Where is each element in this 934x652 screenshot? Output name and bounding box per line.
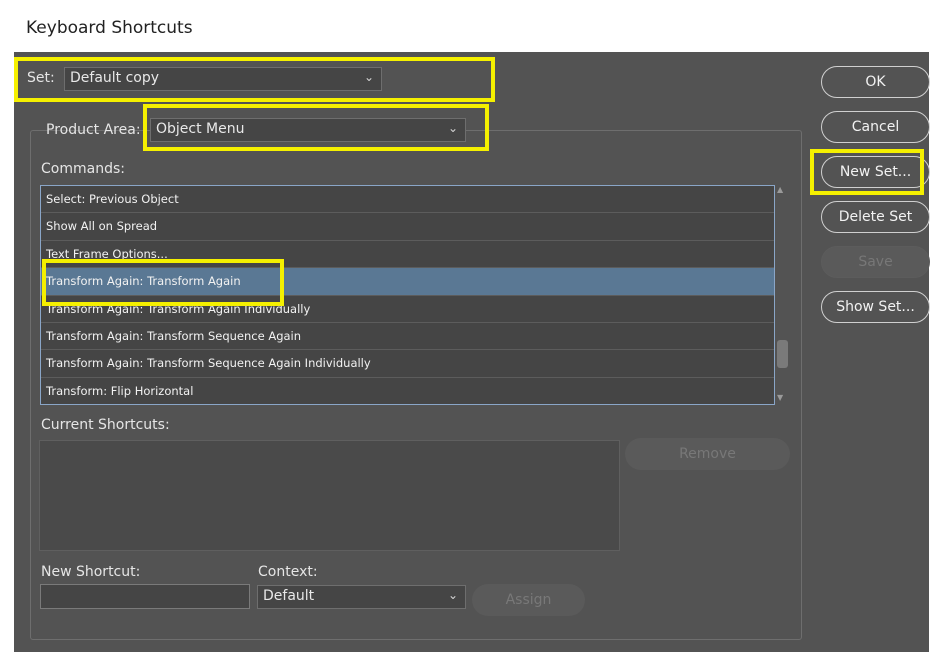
chevron-down-icon: ⌄ — [447, 121, 458, 135]
window-title: Keyboard Shortcuts — [26, 18, 193, 38]
set-dropdown-value: Default copy — [70, 70, 160, 86]
cancel-button[interactable]: Cancel — [821, 111, 930, 143]
scroll-up-icon[interactable]: ▲ — [777, 185, 783, 194]
title-bar: Keyboard Shortcuts — [0, 0, 934, 52]
chevron-down-icon: ⌄ — [363, 70, 374, 84]
assign-button[interactable]: Assign — [472, 584, 585, 616]
list-item[interactable]: Transform Again: Transform Sequence Agai… — [41, 350, 774, 378]
product-area-dropdown-value: Object Menu — [156, 121, 245, 137]
list-item[interactable]: Text Frame Options... — [41, 241, 774, 269]
list-item[interactable]: Show All on Spread — [41, 213, 774, 241]
context-label: Context: — [258, 564, 318, 580]
product-area-dropdown[interactable]: Object Menu ⌄ — [150, 118, 466, 142]
scroll-down-icon[interactable]: ▼ — [777, 393, 783, 402]
ok-button[interactable]: OK — [821, 66, 930, 98]
list-item[interactable]: Transform: Flip Horizontal — [41, 378, 774, 404]
list-item-selected[interactable]: Transform Again: Transform Again — [41, 268, 774, 296]
window-edge — [929, 52, 934, 652]
remove-button[interactable]: Remove — [625, 438, 790, 470]
new-set-button[interactable]: New Set... — [821, 156, 930, 188]
current-shortcuts-list[interactable] — [39, 440, 620, 551]
current-shortcuts-label: Current Shortcuts: — [41, 417, 170, 433]
chevron-down-icon: ⌄ — [447, 588, 458, 602]
set-dropdown[interactable]: Default copy ⌄ — [64, 67, 382, 91]
list-item[interactable]: Transform Again: Transform Sequence Agai… — [41, 323, 774, 351]
commands-scrollbar[interactable]: ▲ ▼ — [776, 185, 789, 405]
product-area-label: Product Area: — [46, 122, 141, 138]
commands-list[interactable]: Select: Previous Object Show All on Spre… — [40, 185, 775, 405]
set-label: Set: — [27, 70, 55, 86]
save-button[interactable]: Save — [821, 246, 930, 278]
commands-label: Commands: — [41, 161, 125, 177]
list-item[interactable]: Transform Again: Transform Again Individ… — [41, 296, 774, 323]
scrollbar-thumb[interactable] — [777, 340, 788, 368]
show-set-button[interactable]: Show Set... — [821, 291, 930, 323]
new-shortcut-input[interactable] — [40, 584, 250, 609]
context-dropdown-value: Default — [263, 588, 315, 604]
new-shortcut-label: New Shortcut: — [41, 564, 141, 580]
list-item[interactable]: Select: Previous Object — [41, 186, 774, 214]
delete-set-button[interactable]: Delete Set — [821, 201, 930, 233]
context-dropdown[interactable]: Default ⌄ — [257, 585, 466, 609]
